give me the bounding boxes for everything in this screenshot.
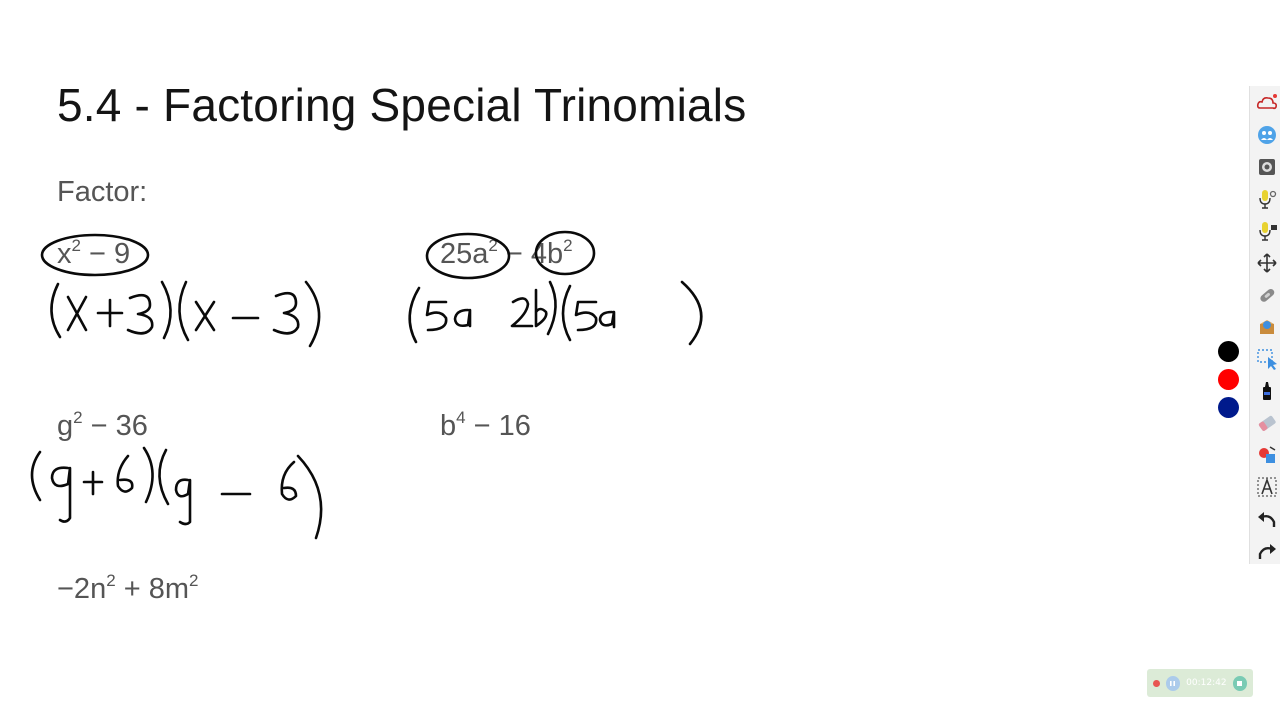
- recording-timer: 00:12:42: [1186, 678, 1227, 688]
- text-icon[interactable]: [1254, 474, 1280, 500]
- annotation-toolbar: [1249, 86, 1280, 564]
- link-icon[interactable]: [1254, 282, 1280, 308]
- record-indicator-icon: [1153, 679, 1160, 687]
- undo-icon[interactable]: [1254, 506, 1280, 532]
- redo-icon[interactable]: [1254, 538, 1280, 564]
- myscreen-cloud-icon[interactable]: [1254, 90, 1280, 116]
- community-icon[interactable]: [1254, 122, 1280, 148]
- stop-icon: [1237, 680, 1243, 686]
- pen-color-red[interactable]: [1218, 369, 1239, 390]
- ink-answer-1: [50, 280, 321, 348]
- stop-button[interactable]: [1232, 675, 1247, 691]
- ink-answer-3: [30, 446, 323, 540]
- mic-folder-icon[interactable]: [1254, 218, 1280, 244]
- problem-4: b4 − 16: [440, 408, 531, 442]
- problem-5: −2n2 + 8m2: [57, 571, 199, 605]
- pause-icon: [1170, 680, 1176, 686]
- pause-button[interactable]: [1165, 675, 1181, 691]
- mic-settings-icon[interactable]: [1254, 186, 1280, 212]
- marker-icon[interactable]: [1254, 378, 1280, 404]
- shapes-icon[interactable]: [1254, 314, 1280, 340]
- pen-color-blue[interactable]: [1218, 397, 1239, 418]
- eraser-icon[interactable]: [1254, 410, 1280, 436]
- slide-title: 5.4 - Factoring Special Trinomials: [57, 79, 747, 131]
- select-icon[interactable]: [1254, 346, 1280, 372]
- recorder-bar: 00:12:42: [1147, 669, 1253, 697]
- pen-color-black[interactable]: [1218, 341, 1239, 362]
- screenshot-icon[interactable]: [1254, 154, 1280, 180]
- shape-fill-icon[interactable]: [1254, 442, 1280, 468]
- problem-2: 25a2 − 4b2: [440, 236, 573, 270]
- move-icon[interactable]: [1254, 250, 1280, 276]
- problem-1: x2 − 9: [57, 236, 131, 270]
- factor-prompt: Factor:: [57, 176, 148, 208]
- problem-3: g2 − 36: [57, 408, 148, 442]
- pen-color-palette: [1218, 341, 1240, 425]
- ink-answer-2: [408, 280, 703, 346]
